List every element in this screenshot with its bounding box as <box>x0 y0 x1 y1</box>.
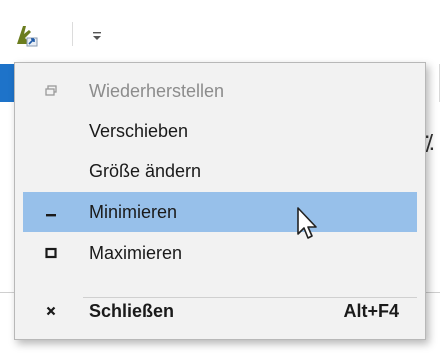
app-shortcut-icon[interactable] <box>13 20 43 48</box>
restore-icon <box>41 71 61 111</box>
menu-item-restore[interactable]: Wiederherstellen <box>23 71 417 111</box>
menu-item-label: Minimieren <box>89 201 178 222</box>
mouse-pointer-icon <box>296 206 320 242</box>
menu-item-label: Maximieren <box>89 242 183 263</box>
minimize-icon <box>41 192 61 232</box>
toolbar-separator <box>72 22 73 46</box>
menu-item-label: Wiederherstellen <box>89 80 225 101</box>
menu-item-resize[interactable]: Größe ändern <box>23 151 417 191</box>
close-icon <box>41 291 61 331</box>
menu-item-minimize[interactable]: Minimieren <box>23 192 417 232</box>
title-bar[interactable] <box>0 0 440 64</box>
menu-item-maximize[interactable]: Maximieren <box>23 233 417 273</box>
menu-item-close[interactable]: Schließen Alt+F4 <box>23 291 417 331</box>
menu-item-label: Größe ändern <box>89 160 202 181</box>
menu-item-label: Verschieben <box>89 120 189 141</box>
menu-item-move[interactable]: Verschieben <box>23 111 417 151</box>
menu-item-shortcut: Alt+F4 <box>343 300 399 321</box>
customize-quick-access-chevron-icon[interactable] <box>90 30 104 42</box>
menu-item-label: Schließen <box>89 300 175 321</box>
window-system-menu: Wiederherstellen Verschieben Größe änder… <box>14 62 426 340</box>
maximize-icon <box>41 233 61 273</box>
